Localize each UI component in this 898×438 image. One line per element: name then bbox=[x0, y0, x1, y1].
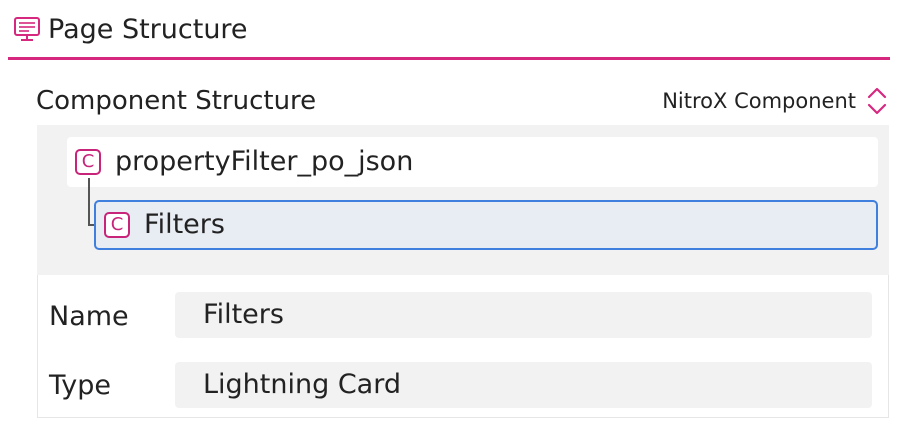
type-field[interactable]: Lightning Card bbox=[175, 362, 872, 408]
type-label: Type bbox=[49, 370, 112, 401]
section-title: Component Structure bbox=[36, 86, 317, 116]
page-structure-header: Page Structure bbox=[8, 0, 890, 60]
monitor-icon bbox=[14, 17, 40, 41]
properties-panel: Name Filters Type Lightning Card bbox=[37, 275, 889, 418]
tree-node-label: Filters bbox=[144, 209, 225, 240]
tree-node-root[interactable]: C propertyFilter_po_json bbox=[67, 137, 878, 187]
component-icon: C bbox=[104, 212, 130, 238]
component-type-select[interactable]: NitroX Component bbox=[662, 84, 888, 118]
chevron-up-down-icon bbox=[867, 87, 887, 115]
tree-node-label: propertyFilter_po_json bbox=[115, 146, 414, 177]
tree-node-selected[interactable]: C Filters bbox=[94, 200, 878, 250]
component-icon: C bbox=[75, 149, 101, 175]
name-field[interactable]: Filters bbox=[175, 292, 872, 338]
component-tree: C propertyFilter_po_json C Filters bbox=[37, 125, 889, 275]
page-title: Page Structure bbox=[48, 14, 248, 45]
component-type-label: NitroX Component bbox=[662, 89, 856, 113]
name-label: Name bbox=[49, 301, 129, 332]
